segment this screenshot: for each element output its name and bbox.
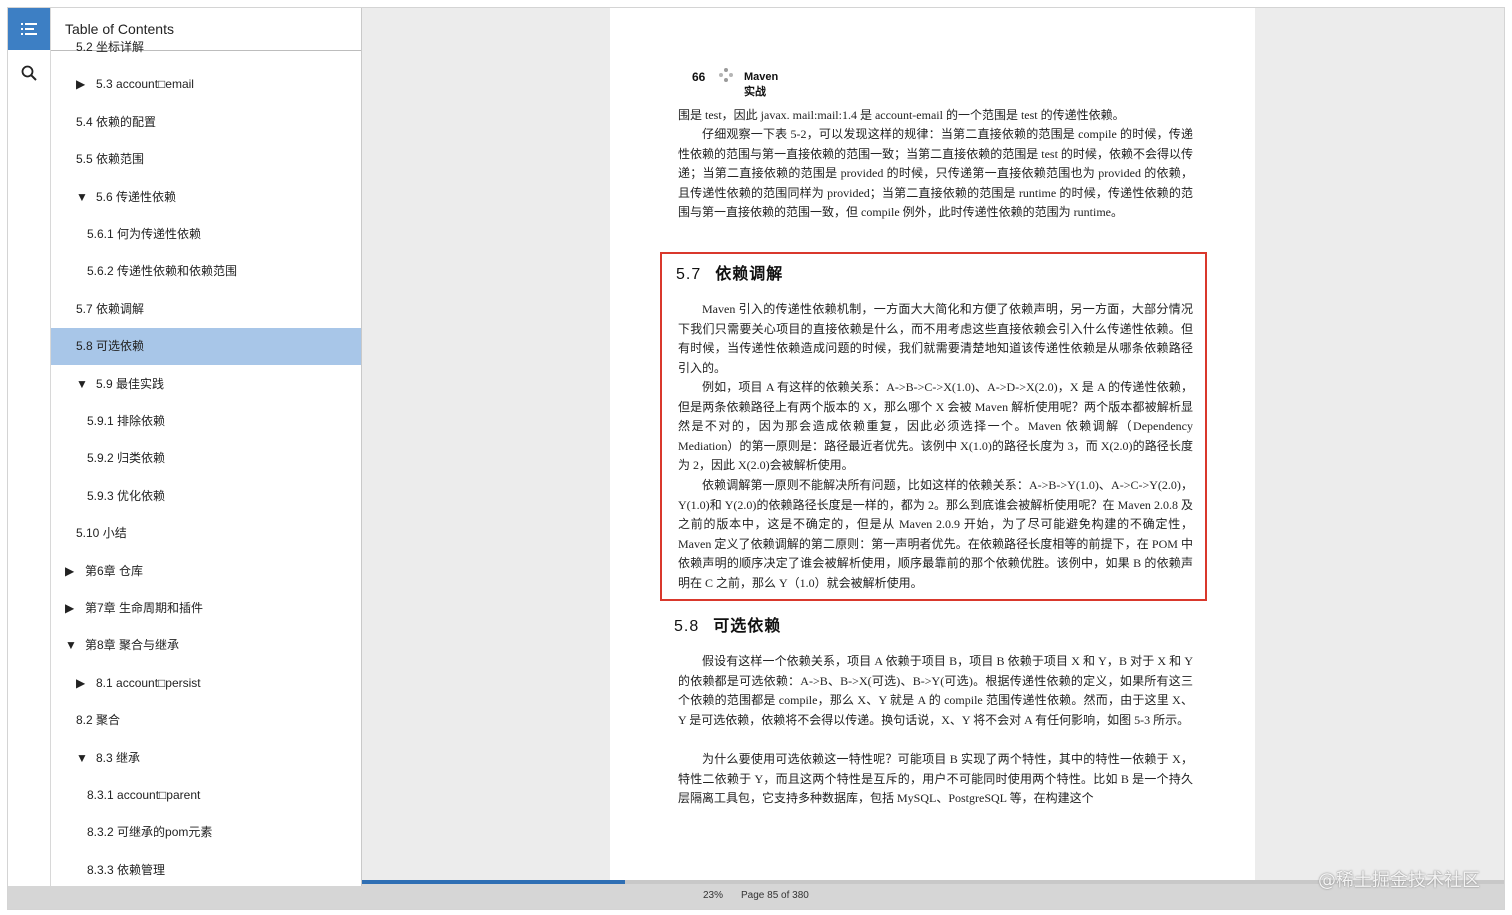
toc-item-label: 8.3.3 依赖管理 bbox=[87, 862, 166, 877]
toc-item-label: 5.2 坐标详解 bbox=[76, 40, 145, 54]
collapse-triangle-icon[interactable]: ▼ bbox=[76, 366, 88, 403]
toc-toggle-button[interactable] bbox=[8, 8, 50, 50]
toc-item[interactable]: ▶ 第6章 仓库 bbox=[51, 553, 361, 590]
search-icon bbox=[21, 65, 37, 81]
section-heading-5-7: 5.7 依赖调解 bbox=[676, 266, 784, 283]
toc-item-label: 5.9.2 归类依赖 bbox=[87, 451, 166, 466]
toc-item[interactable]: ▶ 5.3 account□email bbox=[51, 66, 361, 103]
toc-item[interactable]: 5.5 依赖范围 bbox=[51, 141, 361, 178]
search-button[interactable] bbox=[8, 52, 50, 94]
toc-item[interactable]: 5.7 依赖调解 bbox=[51, 291, 361, 328]
toc-item-label: 5.4 依赖的配置 bbox=[76, 114, 157, 129]
toc-item-label: 5.9.1 排除依赖 bbox=[87, 414, 166, 428]
toc-item-label: 5.5 依赖范围 bbox=[76, 152, 145, 167]
toc-item-label: 8.3 继承 bbox=[96, 750, 141, 765]
paragraph: 例如，项目 A 有这样的依赖关系：A->B->C->X(1.0)、A->D->X… bbox=[678, 380, 1193, 472]
expand-triangle-icon[interactable]: ▶ bbox=[76, 66, 85, 103]
toc-item[interactable]: 5.2 坐标详解 bbox=[51, 29, 361, 66]
toc-item[interactable]: 8.2 聚合 bbox=[51, 702, 361, 739]
expand-triangle-icon[interactable]: ▶ bbox=[65, 553, 74, 590]
toc-item-label: 8.2 聚合 bbox=[76, 713, 121, 728]
table-of-contents-panel: Table of Contents 5.2 坐标详解 ▶ 5.3 account□e… bbox=[51, 8, 362, 886]
toc-item[interactable]: ▶ 8.1 account□persist bbox=[51, 665, 361, 702]
reading-area[interactable]: 66 Maven 实战 围是 test，因此 javax. mail:mail:… bbox=[362, 8, 1504, 886]
toc-item-label: 5.6 传递性依赖 bbox=[96, 189, 177, 204]
toc-item[interactable]: 5.8 可选依赖 bbox=[51, 328, 361, 366]
toc-item[interactable]: ▼ 5.6 传递性依赖 bbox=[51, 179, 361, 216]
toc-item-label: 8.1 account□persist bbox=[96, 675, 201, 690]
collapse-triangle-icon[interactable]: ▼ bbox=[65, 627, 77, 664]
toc-item[interactable]: 5.6.1 何为传递性依赖 bbox=[51, 216, 361, 253]
toc-item[interactable]: 5.9.3 优化依赖 bbox=[51, 478, 361, 515]
toc-item-label: 5.9.3 优化依赖 bbox=[87, 488, 166, 503]
collapse-triangle-icon[interactable]: ▼ bbox=[76, 740, 88, 777]
toc-item-label: 8.3.1 account□parent bbox=[87, 788, 201, 802]
collapse-triangle-icon[interactable]: ▼ bbox=[76, 179, 88, 216]
paragraph: Maven 引入的传递性依赖机制，一方面大大简化和方便了依赖声明，另一方面，大部… bbox=[678, 302, 1193, 375]
toc-item[interactable]: 5.9.1 排除依赖 bbox=[51, 403, 361, 440]
toc-item-label: 5.10 小结 bbox=[76, 526, 127, 541]
toc-item[interactable]: 5.10 小结 bbox=[51, 515, 361, 552]
toc-item[interactable]: 8.3.2 可继承的pom元素 bbox=[51, 814, 361, 851]
paragraph: 为什么要使用可选依赖这一特性呢？可能项目 B 实现了两个特性，其中的特性一依赖于… bbox=[678, 752, 1193, 805]
icon-rail bbox=[8, 8, 51, 886]
paragraph: 假设有这样一个依赖关系，项目 A 依赖于项目 B，项目 B 依赖于项目 X 和 … bbox=[678, 654, 1193, 727]
list-icon bbox=[21, 23, 37, 35]
toc-item-label: 8.3.2 可继承的pom元素 bbox=[87, 825, 213, 840]
toc-item[interactable]: 5.9.2 归类依赖 bbox=[51, 440, 361, 477]
toc-item[interactable]: 5.6.2 传递性依赖和依赖范围 bbox=[51, 253, 361, 290]
toc-item-label: 5.8 可选依赖 bbox=[76, 339, 145, 354]
status-bar-left bbox=[8, 886, 362, 909]
toc-item[interactable]: 5.4 依赖的配置 bbox=[51, 104, 361, 141]
ornament-icon bbox=[719, 68, 733, 82]
toc-item-label: 5.3 account□email bbox=[96, 77, 194, 92]
toc-item-label: 第6章 仓库 bbox=[85, 563, 144, 578]
paragraph: 依赖调解第一原则不能解决所有问题，比如这样的依赖关系：A->B->Y(1.0)、… bbox=[678, 478, 1193, 590]
page-number: 66 bbox=[692, 70, 706, 84]
toc-item-label: 第8章 聚合与继承 bbox=[85, 638, 180, 653]
toc-item[interactable]: 8.3.3 依赖管理 bbox=[51, 852, 361, 886]
ebook-reader-window: Table of Contents 5.2 坐标详解 ▶ 5.3 account□e… bbox=[8, 8, 1504, 909]
paragraph: 仔细观察一下表 5-2，可以发现这样的规律：当第二直接依赖的范围是 compil… bbox=[678, 127, 1193, 219]
watermark: @稀土掘金技术社区 bbox=[1318, 870, 1480, 891]
expand-triangle-icon[interactable]: ▶ bbox=[76, 665, 85, 702]
page-indicator: Page 85 of 380 bbox=[741, 890, 809, 901]
toc-item[interactable]: 8.3.1 account□parent bbox=[51, 777, 361, 814]
toc-item[interactable]: ▼ 5.9 最佳实践 bbox=[51, 366, 361, 403]
toc-item[interactable]: ▼ 第8章 聚合与继承 bbox=[51, 627, 361, 664]
toc-item-label: 5.9 最佳实践 bbox=[96, 376, 165, 391]
expand-triangle-icon[interactable]: ▶ bbox=[65, 590, 74, 627]
book-page: 66 Maven 实战 围是 test，因此 javax. mail:mail:… bbox=[610, 8, 1255, 886]
toc-item-label: 5.6.2 传递性依赖和依赖范围 bbox=[87, 264, 238, 279]
toc-item[interactable]: ▼ 8.3 继承 bbox=[51, 740, 361, 777]
section-heading-5-8: 5.8 可选依赖 bbox=[674, 618, 782, 635]
running-title: Maven 实战 bbox=[744, 71, 779, 98]
progress-percent: 23% bbox=[703, 890, 724, 901]
toc-item-label: 5.7 依赖调解 bbox=[76, 301, 145, 316]
toc-item-label: 5.6.1 何为传递性依赖 bbox=[87, 227, 202, 241]
toc-item-label: 第7章 生命周期和插件 bbox=[85, 601, 204, 615]
paragraph: 围是 test，因此 javax. mail:mail:1.4 是 accoun… bbox=[678, 108, 1125, 122]
toc-item[interactable]: ▶ 第7章 生命周期和插件 bbox=[51, 590, 361, 627]
